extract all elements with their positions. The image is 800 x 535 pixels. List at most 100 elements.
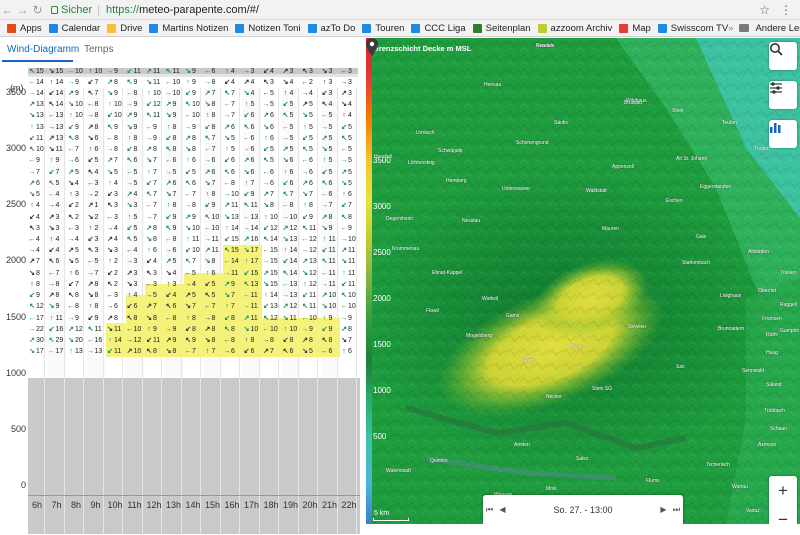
settings-button[interactable]	[769, 81, 797, 109]
wind-speed: 13	[36, 112, 44, 120]
wind-arrow-icon: ↑	[342, 191, 346, 199]
wind-cell: ↗7	[106, 156, 118, 166]
bookmark-item[interactable]: Seitenplan	[472, 23, 531, 34]
wind-cell: ↗9	[126, 111, 138, 121]
bookmark-item[interactable]: Martins Notizen	[149, 23, 228, 34]
secure-indicator[interactable]: Sicher	[51, 4, 92, 16]
skip-start-icon[interactable]: ⏮	[483, 505, 496, 515]
wind-cell: ↙12	[262, 224, 278, 234]
wind-speed: 7	[36, 258, 40, 266]
wind-speed: 8	[211, 258, 216, 266]
wind-cell: →7	[321, 201, 332, 211]
bookmark-item[interactable]: azzoom Archiv	[537, 23, 612, 34]
wind-arrow-icon: ↙	[87, 157, 94, 165]
wind-speed: 9	[192, 337, 196, 345]
wind-speed: 8	[192, 134, 196, 142]
wind-cell: ↖8	[67, 291, 79, 301]
wind-cell: →3	[340, 78, 352, 88]
wind-arrow-icon: ↑	[69, 269, 73, 277]
wind-speed: 9	[192, 67, 196, 75]
wind-cell: ↘15	[262, 280, 278, 290]
reload-icon[interactable]: ↻	[30, 3, 45, 17]
zoom-in-button[interactable]: +	[769, 476, 797, 505]
wind-speed: 6	[94, 146, 99, 154]
tab-temps[interactable]: Temps	[84, 44, 113, 55]
time-display[interactable]: So. 27. - 13:00	[509, 505, 657, 515]
menu-kebab-icon[interactable]: ⋮	[780, 3, 792, 17]
wind-cell: ↘8	[28, 269, 40, 279]
wind-arrow-icon: →	[106, 224, 114, 232]
other-bookmarks[interactable]: Andere Lesezeichen	[755, 23, 800, 34]
wind-cell: ↗10	[126, 347, 142, 357]
forward-icon[interactable]: →	[15, 3, 30, 17]
wind-arrow-icon: ←	[184, 269, 192, 277]
wind-arrow-icon: ←	[262, 325, 270, 333]
bookmark-item[interactable]: Notizen Toni	[235, 23, 301, 34]
bookmark-item[interactable]: Map	[619, 23, 651, 34]
wind-cell: ↙7	[340, 201, 352, 211]
wind-arrow-icon: →	[301, 247, 309, 255]
wind-speed: 5	[94, 258, 99, 266]
bookmark-item[interactable]: az To Do	[307, 23, 355, 34]
wind-speed: 8	[94, 303, 99, 311]
step-back-icon[interactable]: ◀	[496, 505, 509, 514]
wind-cell: ↑ 6	[145, 246, 157, 256]
step-forward-icon[interactable]: ▶	[657, 505, 670, 514]
wind-cell: ↗6	[301, 179, 313, 189]
tab-wind-diagramm[interactable]: Wind-Diagramm	[7, 44, 79, 55]
url-field[interactable]: https://meteo-parapente.com/#/	[106, 4, 259, 16]
wind-speed: 7	[94, 78, 99, 86]
wind-speed: 5	[114, 168, 118, 176]
bookmark-item[interactable]: Apps	[7, 23, 42, 34]
wind-cell: ←8	[106, 134, 118, 144]
wind-arrow-icon: ←	[126, 90, 133, 97]
wind-arrow-icon: ←	[48, 348, 55, 356]
wind-cell: ↗6	[204, 168, 216, 178]
place-label: Frümsen	[762, 316, 782, 322]
chart-button[interactable]	[769, 120, 797, 148]
wind-speed: 11	[153, 112, 161, 120]
scale-tick-label: 1000	[373, 386, 391, 395]
wind-speed: 11	[153, 337, 161, 345]
wind-arrow-icon: ↘	[282, 157, 289, 165]
wind-arrow-icon: ↙	[185, 168, 191, 176]
wind-cell: →22	[28, 325, 44, 335]
bookmark-item[interactable]: Swisscom TV	[657, 23, 728, 34]
wind-cell: ↑ 3	[165, 280, 177, 290]
wind-arrow-icon: ←	[223, 101, 231, 109]
wind-speed: 8	[231, 314, 235, 322]
wind-cell: ↑ 9	[48, 156, 60, 166]
wind-arrow-icon: ←	[301, 235, 309, 243]
map-panel[interactable]: Grenzschicht Decke m MSL 3500 3000 2500 200…	[366, 38, 800, 524]
location-pin-icon[interactable]	[366, 38, 378, 56]
wind-arrow-icon: ↗	[68, 90, 74, 97]
wind-cell: ↙6	[282, 179, 294, 189]
wind-cell: ↖6	[243, 123, 255, 133]
wind-speed: 7	[270, 191, 274, 199]
wind-arrow-icon: ↑	[205, 191, 210, 199]
bookmark-item[interactable]: CCC Liga	[411, 23, 466, 34]
wind-speed: 7	[192, 258, 196, 266]
wind-speed: 7	[231, 112, 235, 120]
search-button[interactable]	[769, 42, 797, 70]
y-tick-label: 500	[10, 423, 26, 434]
wind-speed: 9	[133, 101, 138, 109]
wind-cell: ↙8	[223, 314, 235, 324]
wind-arrow-icon: →	[145, 134, 153, 142]
bookmark-star-icon[interactable]: ☆	[759, 3, 770, 17]
bookmark-item[interactable]: Touren	[362, 23, 404, 34]
skip-end-icon[interactable]: ⏭	[670, 505, 683, 515]
wind-speed: 6	[289, 168, 294, 176]
wind-cell: ↖6	[165, 302, 177, 312]
wind-speed: 14	[55, 78, 64, 86]
wind-speed: 7	[55, 269, 60, 277]
wind-arrow-icon: ←	[67, 303, 75, 311]
zoom-out-button[interactable]: −	[769, 505, 797, 525]
back-icon[interactable]: ←	[0, 3, 15, 17]
wind-arrow-icon: ↙	[282, 179, 289, 187]
bookmark-item[interactable]: Drive	[107, 23, 142, 34]
grid-line	[44, 88, 45, 534]
wind-cell: →15	[262, 257, 278, 267]
chevron-more-icon[interactable]: »	[728, 23, 733, 34]
bookmark-item[interactable]: Calendar	[48, 23, 100, 34]
